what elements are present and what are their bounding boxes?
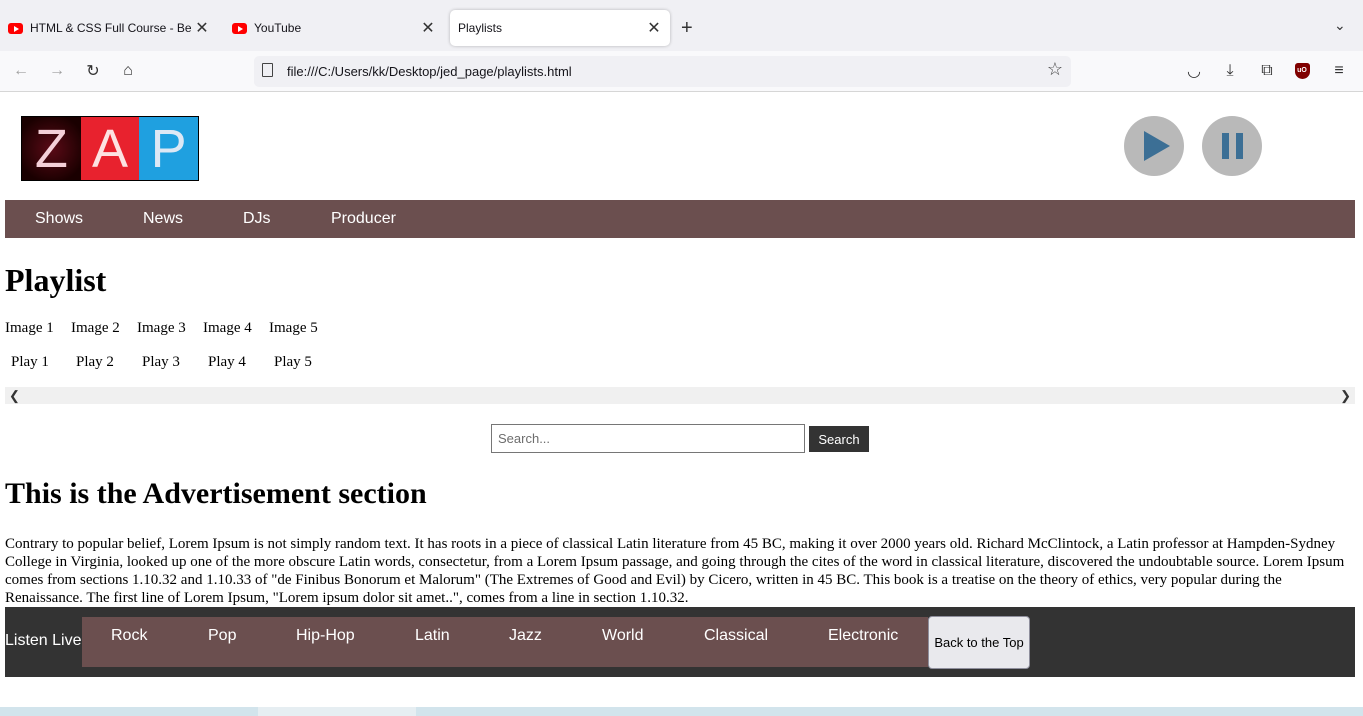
bookmark-star-icon[interactable]: ☆ <box>1047 59 1063 80</box>
tab-youtube[interactable]: YouTube ✕ <box>224 10 444 46</box>
site-header: Z A P <box>5 92 1355 200</box>
genre-latin[interactable]: Latin <box>415 627 450 645</box>
ublock-icon[interactable]: uO <box>1290 59 1314 83</box>
tab-title: HTML & CSS Full Course - Beginner to Pro <box>30 21 192 35</box>
playlist-title: Playlist <box>5 262 107 298</box>
youtube-icon <box>232 22 247 34</box>
play-item[interactable]: Play 2 <box>76 354 114 371</box>
extensions-icon[interactable]: ⧉ <box>1255 59 1279 83</box>
close-icon[interactable]: ✕ <box>418 18 438 38</box>
play-item[interactable]: Play 3 <box>142 354 180 371</box>
footer-bar: Listen Live Rock Pop Hip-Hop Latin Jazz … <box>5 607 1355 677</box>
back-to-top-button[interactable]: Back to the Top <box>928 616 1030 669</box>
horizontal-scrollbar[interactable]: ❮ ❯ <box>5 387 1355 404</box>
playlist-image: Image 4 <box>203 320 252 336</box>
play-icon <box>1144 131 1170 161</box>
youtube-icon <box>8 22 23 34</box>
logo-letter: P <box>139 117 199 180</box>
playlist-image: Image 2 <box>71 320 120 336</box>
play-item[interactable]: Play 1 <box>11 354 49 371</box>
genre-pop[interactable]: Pop <box>208 627 236 645</box>
forward-icon[interactable]: → <box>45 59 69 83</box>
nav-djs[interactable]: DJs <box>243 210 271 228</box>
logo-letter: A <box>80 117 140 180</box>
taskbar-item[interactable] <box>258 707 416 716</box>
genre-hip-hop[interactable]: Hip-Hop <box>296 627 355 645</box>
advertisement-title: This is the Advertisement section <box>5 477 427 510</box>
genre-electronic[interactable]: Electronic <box>828 627 898 645</box>
genre-classical[interactable]: Classical <box>704 627 768 645</box>
url-text[interactable]: file:///C:/Users/kk/Desktop/jed_page/pla… <box>287 64 572 79</box>
playlist-image: Image 1 <box>5 320 54 336</box>
new-tab-button[interactable]: + <box>681 17 693 40</box>
back-icon[interactable]: ← <box>9 59 33 83</box>
genre-jazz[interactable]: Jazz <box>509 627 542 645</box>
genre-world[interactable]: World <box>602 627 644 645</box>
home-icon[interactable]: ⌂ <box>116 59 140 83</box>
tab-playlists[interactable]: Playlists ✕ <box>450 10 670 46</box>
os-taskbar <box>0 707 1363 716</box>
browser-toolbar: ← → ↻ ⌂ file:///C:/Users/kk/Desktop/jed_… <box>0 51 1363 92</box>
browser-tab-bar: HTML & CSS Full Course - Beginner to Pro… <box>0 0 1363 51</box>
list-all-tabs-button[interactable]: ⌄ <box>1334 17 1346 34</box>
genre-nav: Rock Pop Hip-Hop Latin Jazz World Classi… <box>82 617 928 667</box>
reload-icon[interactable]: ↻ <box>81 59 105 83</box>
play-button[interactable] <box>1124 116 1184 176</box>
logo-letter: Z <box>22 117 81 180</box>
scroll-left-icon[interactable]: ❮ <box>9 387 20 404</box>
play-item[interactable]: Play 5 <box>274 354 312 371</box>
scroll-right-icon[interactable]: ❯ <box>1340 387 1351 404</box>
listen-live-label: Listen Live <box>5 632 82 649</box>
address-bar[interactable]: file:///C:/Users/kk/Desktop/jed_page/pla… <box>254 56 1071 87</box>
menu-icon[interactable]: ≡ <box>1327 59 1351 83</box>
play-item[interactable]: Play 4 <box>208 354 246 371</box>
playlist-image: Image 5 <box>269 320 318 336</box>
advertisement-text: Contrary to popular belief, Lorem Ipsum … <box>5 536 1345 606</box>
nav-producer[interactable]: Producer <box>331 210 396 228</box>
tab-html-css-course[interactable]: HTML & CSS Full Course - Beginner to Pro… <box>0 10 218 46</box>
nav-shows[interactable]: Shows <box>35 210 83 228</box>
downloads-icon[interactable]: ⤓ <box>1218 59 1242 83</box>
genre-rock[interactable]: Rock <box>111 627 147 645</box>
close-icon[interactable]: ✕ <box>192 18 212 38</box>
main-nav: Shows News DJs Producer <box>5 200 1355 238</box>
pocket-icon[interactable]: ◡ <box>1182 59 1206 83</box>
playlist-image: Image 3 <box>137 320 186 336</box>
zap-logo: Z A P <box>21 116 199 181</box>
tab-title: YouTube <box>254 21 302 35</box>
close-icon[interactable]: ✕ <box>644 18 664 38</box>
pause-button[interactable] <box>1202 116 1262 176</box>
page-icon <box>262 63 273 77</box>
search-input[interactable] <box>491 424 805 453</box>
search-button[interactable]: Search <box>809 426 869 452</box>
pause-icon <box>1221 133 1243 159</box>
tab-title: Playlists <box>458 21 503 35</box>
nav-news[interactable]: News <box>143 210 183 228</box>
